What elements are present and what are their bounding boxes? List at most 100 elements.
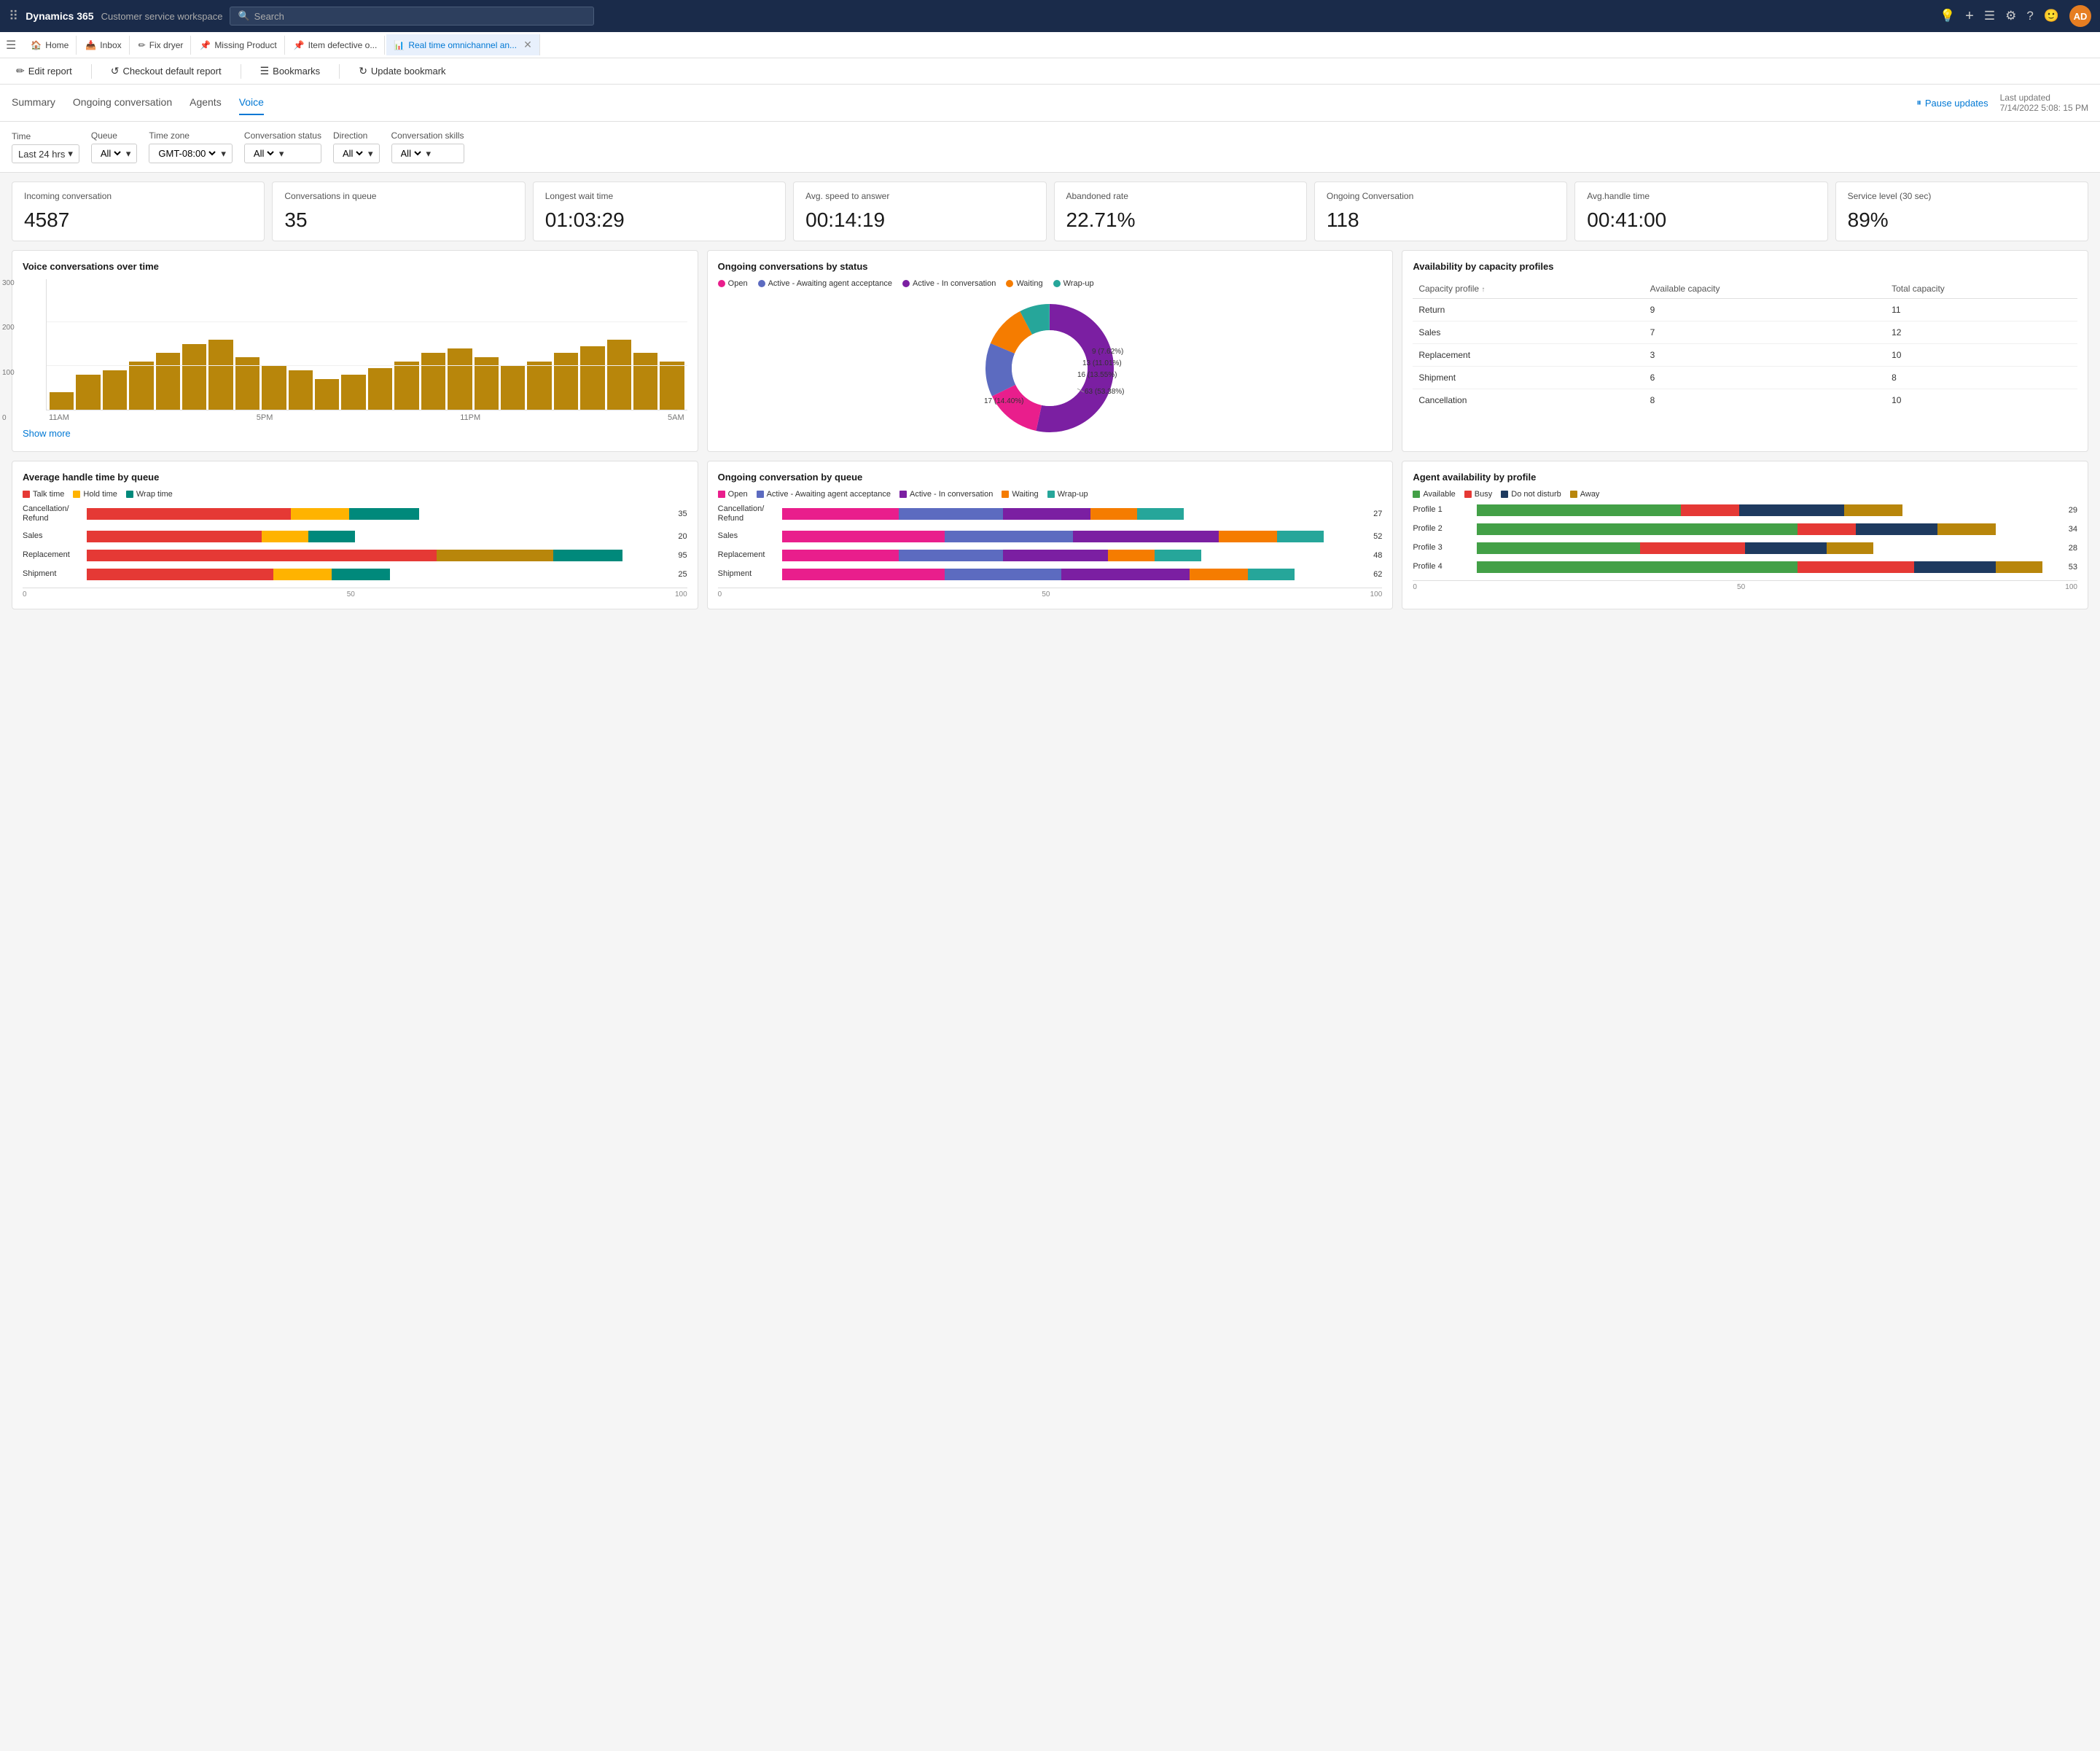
legend-hold: Hold time [73,490,117,499]
bar[interactable] [633,353,657,410]
bar[interactable] [580,346,604,410]
donut-legend: Open Active - Awaiting agent acceptance … [718,279,1383,288]
legend-open: Open [718,279,748,288]
toolbar-separator [91,64,92,79]
kpi-abandoned-rate: Abandoned rate 22.71% [1054,182,1307,241]
chevron-down-icon: ▾ [279,148,284,160]
hamburger-icon[interactable]: ☰ [6,38,16,52]
settings-icon[interactable]: ⚙ [2005,9,2016,23]
tab-voice[interactable]: Voice [239,90,264,115]
tab-missing-product[interactable]: 📌 Missing Product [192,36,284,55]
direction-dropdown[interactable]: All ▾ [333,144,380,163]
bar[interactable] [289,370,313,410]
smiley-icon[interactable]: 🙂 [2044,9,2059,23]
update-bookmark-button[interactable]: ↻ Update bookmark [354,63,450,79]
tab-inbox[interactable]: 📥 Inbox [78,36,129,55]
edit-icon: ✏ [16,65,25,77]
tab-agents[interactable]: Agents [190,90,222,115]
bar[interactable] [341,375,365,410]
legend-waiting: Waiting [1006,279,1042,288]
skills-dropdown[interactable]: All ▾ [391,144,464,163]
svg-text:63 (53.38%): 63 (53.38%) [1085,388,1124,396]
bar[interactable] [475,357,499,410]
chevron-down-icon: ▾ [126,148,131,160]
search-box[interactable]: 🔍 [230,7,594,26]
list-item: Profile 129 [1413,504,2077,516]
lightbulb-icon[interactable]: 💡 [1940,9,1955,23]
menu-icon[interactable]: ☰ [1984,9,1995,23]
pin-icon: 📌 [200,40,211,50]
update-icon: ↻ [359,65,367,77]
list-item: Replacement48 [718,550,1383,561]
legend-dot-await [758,280,765,287]
col-profile[interactable]: Capacity profile ↑ [1413,279,1644,299]
list-item: Profile 328 [1413,542,2077,554]
bar[interactable] [394,362,418,410]
show-more-link[interactable]: Show more [23,428,71,439]
search-input[interactable] [254,11,587,22]
plus-icon[interactable]: + [1965,8,1974,25]
chart-icon: 📊 [394,40,405,50]
handle-time-card: Average handle time by queue Talk time H… [12,461,698,609]
bar[interactable] [103,370,127,410]
legend-dot-waiting [1006,280,1013,287]
bar[interactable] [208,340,233,409]
ongoing-queue-bars: Cancellation/ Refund27Sales52Replacement… [718,504,1383,580]
list-item: Sales20 [23,531,687,542]
tab-close-icon[interactable]: ✕ [523,39,532,51]
kpi-avg-handle-time: Avg.handle time 00:41:00 [1574,182,1827,241]
bar[interactable] [660,362,684,410]
checkout-report-button[interactable]: ↺ Checkout default report [106,63,226,79]
tab-ongoing-conversation[interactable]: Ongoing conversation [73,90,172,115]
bar[interactable] [421,353,445,410]
filters-bar: Time Last 24 hrs ▾ Queue All ▾ Time zone… [0,122,2100,173]
bar[interactable] [235,357,259,410]
bar[interactable] [368,368,392,410]
bar[interactable] [129,362,153,410]
legend-oq-conv: Active - In conversation [899,490,993,499]
bar-chart-labels: 11AM 5PM 11PM 5AM [46,413,687,422]
bar[interactable] [607,340,631,409]
bar[interactable] [448,348,472,410]
list-item: Profile 234 [1413,523,2077,535]
time-dropdown[interactable]: Last 24 hrs ▾ [12,144,79,163]
capacity-scroll[interactable]: Capacity profile ↑ Available capacity To… [1413,279,2077,411]
filter-skills: Conversation skills All ▾ [391,130,464,163]
sort-icon: ↑ [1481,286,1485,294]
legend-wrap: Wrap time [126,490,173,499]
tab-realtime[interactable]: 📊 Real time omnichannel an... ✕ [386,34,539,55]
tab-summary[interactable]: Summary [12,90,55,115]
tab-fix-dryer[interactable]: ✏ Fix dryer [131,36,192,55]
table-row: Sales712 [1413,321,2077,343]
svg-text:17 (14.40%): 17 (14.40%) [984,397,1023,405]
timezone-dropdown[interactable]: GMT-08:00 ▾ [149,144,233,163]
help-icon[interactable]: ? [2026,9,2033,23]
tab-item-defective[interactable]: 📌 Item defective o... [286,36,386,55]
kpi-ongoing-conversation: Ongoing Conversation 118 [1314,182,1567,241]
bar[interactable] [156,353,180,410]
chevron-down-icon: ▾ [426,148,432,160]
bar[interactable] [527,362,551,410]
bar[interactable] [50,392,74,410]
edit-report-button[interactable]: ✏ Edit report [12,63,77,79]
legend-dot-conv [902,280,910,287]
pause-updates-button[interactable]: ⏸ Pause updates [1916,97,1988,109]
donut-hole [1012,330,1088,406]
bar[interactable] [501,366,525,410]
conv-status-dropdown[interactable]: All ▾ [244,144,321,163]
top-nav-right: 💡 + ☰ ⚙ ? 🙂 AD [1940,5,2091,27]
table-row: Shipment68 [1413,366,2077,389]
legend-oq-wait: Waiting [1002,490,1038,499]
tab-home[interactable]: 🏠 Home [23,36,77,55]
avatar[interactable]: AD [2069,5,2091,27]
app-grid-icon[interactable]: ⠿ [9,9,18,24]
bar[interactable] [315,379,339,410]
bar[interactable] [262,366,286,410]
bar[interactable] [76,375,100,410]
bar[interactable] [182,344,206,410]
svg-text:9 (7.62%): 9 (7.62%) [1092,348,1123,356]
legend-dot-wrapup [1053,280,1061,287]
bookmarks-button[interactable]: ☰ Bookmarks [256,63,325,79]
bar[interactable] [554,353,578,410]
queue-dropdown[interactable]: All ▾ [91,144,138,163]
